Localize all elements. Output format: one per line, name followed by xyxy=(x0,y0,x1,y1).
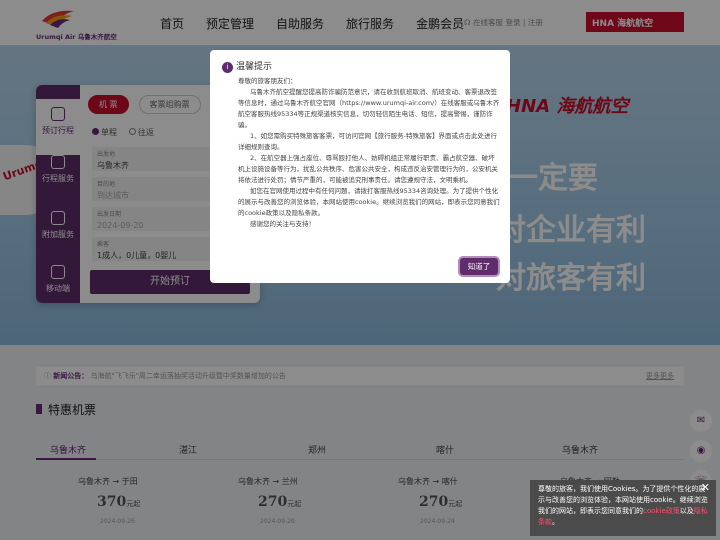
modal-paragraph-1: 乌鲁木齐航空提醒您提高防诈骗防范意识，请在收到航班取消、航班变动、客票退改签等信… xyxy=(238,88,500,129)
modal-greeting: 尊敬的旅客朋友们： xyxy=(238,77,297,85)
modal-thanks: 感谢您的关注与支持！ xyxy=(250,220,315,228)
cookie-text-mid: 以及 xyxy=(679,507,694,515)
modal-body: 尊敬的旅客朋友们： 乌鲁木齐航空提醒您提高防诈骗防范意识，请在收到航班取消、航班… xyxy=(238,76,500,230)
cookie-policy-link[interactable]: cookie政策 xyxy=(643,507,680,515)
modal-paragraph-3: 2、在航空器上强占座位、辱骂殴打他人、妨碍机组正常履行职责、霸占航空器、破坏机上… xyxy=(238,154,498,184)
info-icon: i xyxy=(222,62,233,73)
modal-title: 温馨提示 xyxy=(236,62,273,72)
cookie-text-end: 。 xyxy=(552,518,559,526)
notice-modal: i 温馨提示 尊敬的旅客朋友们： 乌鲁木齐航空提醒您提高防诈骗防范意识，请在收到航… xyxy=(210,50,510,283)
modal-header: i 温馨提示 xyxy=(222,59,272,73)
close-icon[interactable]: ✕ xyxy=(701,482,710,493)
cookie-banner: ✕ 尊敬的旅客，我们使用Cookies。为了提供个性化的展示与改善您的浏览体验，… xyxy=(530,480,716,536)
acknowledge-button[interactable]: 知道了 xyxy=(460,258,498,275)
modal-paragraph-2[interactable]: 1、如您需购买特殊旅客客票，可访问官网【旅行服务-特殊旅客】界面或点击此处进行详… xyxy=(238,131,500,153)
modal-paragraph-4[interactable]: 如您在官网使用过程中有任何问题，请拨打客服热线95334咨询处理。为了提供个性化… xyxy=(238,186,500,219)
